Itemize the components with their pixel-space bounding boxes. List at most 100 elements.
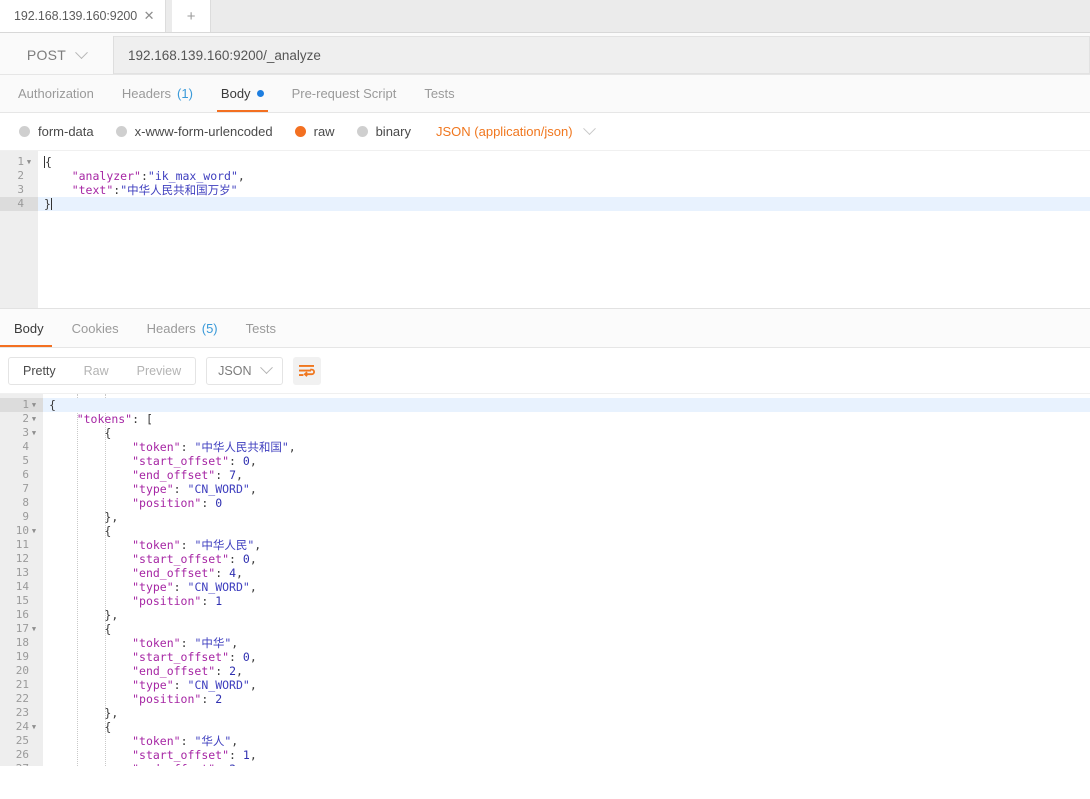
line-number: 13 <box>15 566 29 579</box>
view-mode-group: Pretty Raw Preview <box>8 356 197 385</box>
fold-arrow-icon[interactable]: ▼ <box>29 398 39 412</box>
response-tab-cookies[interactable]: Cookies <box>58 309 133 347</box>
code-line[interactable]: "end_offset": 2, <box>43 664 1090 678</box>
code-line[interactable]: { <box>43 398 1090 412</box>
view-mode-preview[interactable]: Preview <box>123 358 195 384</box>
fold-arrow-icon[interactable]: ▼ <box>29 524 39 538</box>
line-number: 26 <box>15 748 29 761</box>
body-type-form-data[interactable]: form-data <box>8 124 105 139</box>
code-line[interactable]: }, <box>43 706 1090 720</box>
code-line[interactable]: "end_offset": 7, <box>43 468 1090 482</box>
view-mode-label: Raw <box>83 363 109 378</box>
line-number: 22 <box>15 692 29 705</box>
code-line[interactable]: "start_offset": 0, <box>43 650 1090 664</box>
line-number: 2 ▼ <box>0 412 43 426</box>
code-line[interactable]: "position": 1 <box>43 594 1090 608</box>
code-line[interactable]: }, <box>43 510 1090 524</box>
line-number: 24 ▼ <box>0 720 43 734</box>
code-line[interactable]: }, <box>43 608 1090 622</box>
line-number: 14 <box>15 580 29 593</box>
view-mode-label: Pretty <box>23 363 56 378</box>
response-body-editor[interactable]: 1 ▼ 2 ▼ 3 ▼ 4 5 6 7 8 9 10 ▼ 11 12 13 14 15 16 17 ▼ 18 19 20 21 22… <box>0 394 1090 766</box>
code-line[interactable]: "start_offset": 1, <box>43 748 1090 762</box>
line-number: 20 <box>15 664 29 677</box>
code-line[interactable]: "start_offset": 0, <box>43 454 1090 468</box>
method-selector[interactable]: POST <box>0 36 114 74</box>
body-type-binary[interactable]: binary <box>346 124 422 139</box>
url-input[interactable]: 192.168.139.160:9200/_analyze <box>114 36 1090 74</box>
view-mode-raw[interactable]: Raw <box>70 358 123 384</box>
response-gutter: 1 ▼ 2 ▼ 3 ▼ 4 5 6 7 8 9 10 ▼ 11 12 13 14 15 16 17 ▼ 18 19 20 21 22… <box>0 394 43 766</box>
content-type-selector[interactable]: JSON (application/json) <box>436 122 596 139</box>
code-line[interactable]: } <box>38 197 1090 211</box>
request-code[interactable]: { "analyzer":"ik_max_word", "text":"中华人民… <box>38 151 1090 308</box>
fold-arrow-icon[interactable]: ▼ <box>29 412 39 426</box>
text-cursor <box>50 198 52 210</box>
body-type-urlencoded[interactable]: x-www-form-urlencoded <box>105 124 284 139</box>
code-line[interactable]: "position": 0 <box>43 496 1090 510</box>
response-format-selector[interactable]: JSON <box>206 356 284 385</box>
code-line[interactable]: "analyzer":"ik_max_word", <box>38 169 1090 183</box>
tab-headers[interactable]: Headers (1) <box>108 75 207 112</box>
fold-arrow-icon[interactable]: ▼ <box>24 155 34 169</box>
headers-count: (1) <box>177 86 193 101</box>
response-headers-count: (5) <box>201 320 218 336</box>
request-body-editor[interactable]: 1 ▼ 2 3 4 { "analyzer":"ik_max_word", "text"… <box>0 151 1090 308</box>
tab-label: Authorization <box>18 86 94 101</box>
close-icon[interactable]: ✕ <box>139 6 159 26</box>
code-line[interactable]: "tokens": [ <box>43 412 1090 426</box>
tab-label: Headers <box>121 86 172 101</box>
line-number: 9 <box>22 510 29 523</box>
code-line[interactable]: "position": 2 <box>43 692 1090 706</box>
fold-arrow-icon[interactable]: ▼ <box>29 720 39 734</box>
request-tab[interactable]: 192.168.139.160:9200 ✕ <box>0 0 167 32</box>
tab-label: Body <box>14 320 44 336</box>
body-type-raw[interactable]: raw <box>284 124 346 139</box>
response-tab-headers[interactable]: Headers (5) <box>133 309 232 347</box>
view-mode-pretty[interactable]: Pretty <box>9 358 70 384</box>
response-code[interactable]: { "tokens": [ { "token": "中华人民共和国", "sta… <box>43 394 1090 766</box>
code-line[interactable]: "token": "中华", <box>43 636 1090 650</box>
body-type-label: x-www-form-urlencoded <box>134 124 273 139</box>
method-label: POST <box>26 47 67 63</box>
radio-icon <box>19 126 30 137</box>
code-line[interactable]: { <box>43 720 1090 734</box>
code-line[interactable]: "type": "CN_WORD", <box>43 580 1090 594</box>
code-line[interactable]: "text":"中华人民共和国万岁" <box>38 183 1090 197</box>
radio-icon <box>356 126 368 137</box>
tab-label: Headers <box>146 320 196 336</box>
plus-icon[interactable]: + <box>172 0 212 32</box>
code-line[interactable]: { <box>43 524 1090 538</box>
line-number: 4 <box>22 440 29 453</box>
code-line[interactable]: "token": "华人", <box>43 734 1090 748</box>
line-number: 19 <box>15 650 29 663</box>
fold-arrow-icon[interactable]: ▼ <box>29 622 39 636</box>
code-line[interactable]: "type": "CN_WORD", <box>43 482 1090 496</box>
response-tab-body[interactable]: Body <box>0 309 58 347</box>
code-line[interactable]: "type": "CN_WORD", <box>43 678 1090 692</box>
chevron-down-icon <box>75 45 89 59</box>
code-line[interactable]: "token": "中华人民共和国", <box>43 440 1090 454</box>
code-line[interactable]: { <box>38 155 1090 169</box>
content-type-label: JSON (application/json) <box>436 124 573 139</box>
code-line[interactable]: "end_offset": 4, <box>43 566 1090 580</box>
tab-authorization[interactable]: Authorization <box>4 75 108 112</box>
fold-arrow-icon[interactable]: ▼ <box>29 426 39 440</box>
word-wrap-icon[interactable] <box>293 356 322 385</box>
chevron-down-icon <box>260 361 274 375</box>
response-tab-tests[interactable]: Tests <box>232 309 290 347</box>
code-line[interactable]: "start_offset": 0, <box>43 552 1090 566</box>
code-line[interactable]: "end_offset": 3 <box>43 762 1090 766</box>
tab-tests[interactable]: Tests <box>410 75 468 112</box>
tab-label: Tests <box>424 86 455 101</box>
line-number: 7 <box>22 482 29 495</box>
code-line[interactable]: { <box>43 426 1090 440</box>
tab-body[interactable]: Body <box>207 75 278 112</box>
tab-pre-request-script[interactable]: Pre-request Script <box>278 75 411 112</box>
code-line[interactable]: { <box>43 622 1090 636</box>
code-line[interactable]: "token": "中华人民", <box>43 538 1090 552</box>
line-number: 5 <box>22 454 29 467</box>
modified-dot-icon <box>256 90 264 97</box>
tab-label: Body <box>220 86 251 101</box>
url-bar: POST 192.168.139.160:9200/_analyze <box>0 33 1090 75</box>
